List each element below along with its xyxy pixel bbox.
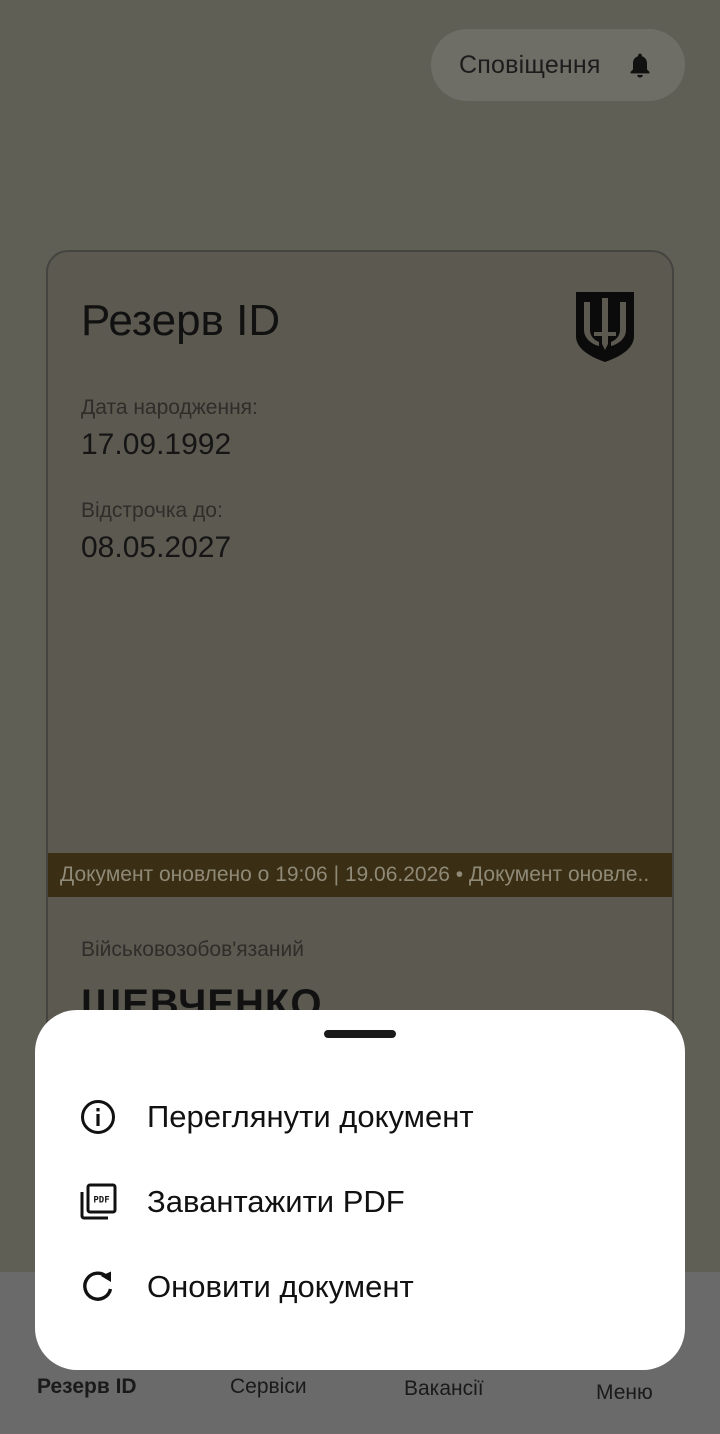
trident-emblem-icon xyxy=(576,292,634,362)
card-title: Резерв ID xyxy=(81,296,281,345)
nav-item-reserve-id[interactable]: Резерв ID xyxy=(37,1375,137,1399)
view-document-action[interactable]: Переглянути документ xyxy=(35,1082,685,1152)
deferral-label: Відстрочка до: xyxy=(81,499,223,522)
refresh-document-label: Оновити документ xyxy=(147,1269,414,1304)
sheet-drag-handle[interactable] xyxy=(324,1030,396,1038)
nav-item-vacancies[interactable]: Вакансії xyxy=(404,1377,484,1401)
status-label: Військовозобов'язаний xyxy=(81,938,304,961)
reserve-id-card[interactable]: Резерв ID Дата народження: 17.09.1992 Ві… xyxy=(46,250,674,1050)
nav-item-menu[interactable]: Меню xyxy=(596,1381,653,1405)
download-pdf-label: Завантажити PDF xyxy=(147,1184,405,1219)
update-ticker: Документ оновлено о 19:06 | 19.06.2026 •… xyxy=(48,853,672,897)
notifications-button[interactable]: Сповіщення xyxy=(431,29,685,101)
pdf-icon: PDF xyxy=(79,1183,117,1221)
info-icon xyxy=(79,1098,117,1136)
birth-date-value: 17.09.1992 xyxy=(81,428,232,461)
refresh-icon xyxy=(79,1268,117,1306)
refresh-document-action[interactable]: Оновити документ xyxy=(35,1252,685,1322)
birth-date-label: Дата народження: xyxy=(81,396,258,419)
deferral-value: 08.05.2027 xyxy=(81,531,232,564)
ticker-text: Документ оновлено о 19:06 | 19.06.2026 •… xyxy=(60,863,650,886)
view-document-label: Переглянути документ xyxy=(147,1099,474,1134)
nav-item-services[interactable]: Сервіси xyxy=(230,1375,307,1399)
notifications-label: Сповіщення xyxy=(459,50,601,79)
download-pdf-action[interactable]: PDF Завантажити PDF xyxy=(35,1167,685,1237)
svg-text:PDF: PDF xyxy=(93,1196,109,1206)
bell-icon xyxy=(630,53,650,78)
actions-bottom-sheet: Переглянути документ PDF Завантажити PDF… xyxy=(35,1010,685,1370)
screen-backdrop: Сповіщення Резерв ID Дата народження: 17… xyxy=(0,0,720,1434)
